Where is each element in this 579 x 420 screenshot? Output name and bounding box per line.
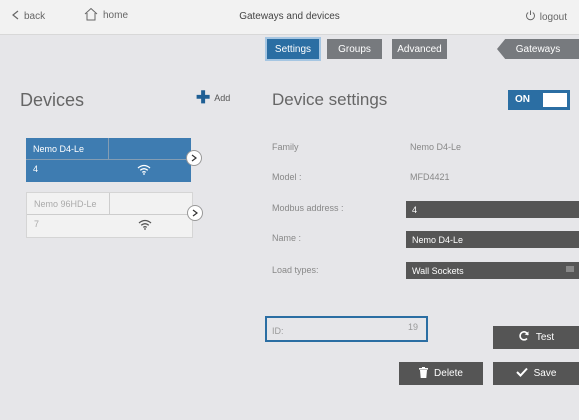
check-icon — [515, 367, 528, 380]
devices-title: Devices — [20, 90, 85, 110]
page-title: Gateways and devices — [239, 11, 340, 22]
delete-button[interactable]: Delete — [399, 362, 483, 385]
refresh-icon — [518, 330, 530, 345]
trash-icon — [419, 366, 429, 381]
power-icon — [525, 10, 536, 24]
wifi-icon — [137, 162, 151, 180]
chevron-right-icon[interactable] — [186, 150, 202, 166]
name-field[interactable]: Nemo D4-Le — [406, 231, 579, 248]
menu-icon — [566, 265, 574, 275]
device-card[interactable]: Nemo 96HD-Le 7 — [26, 192, 203, 238]
toggle-knob — [543, 93, 567, 107]
device-number: 4 — [33, 164, 39, 174]
device-settings-title: Device settings — [272, 90, 388, 109]
test-button[interactable]: Test — [493, 326, 579, 349]
device-name: Nemo 96HD-Le — [34, 199, 97, 209]
name-label: Name : — [272, 233, 302, 243]
tab-gateways[interactable]: Gateways — [497, 39, 579, 59]
chevron-right-icon[interactable] — [187, 205, 203, 221]
model-value: MFD4421 — [410, 172, 450, 182]
tab-groups[interactable]: Groups — [327, 39, 382, 59]
model-label: Model : — [272, 172, 302, 182]
add-label: Add — [214, 93, 231, 103]
load-types-select[interactable]: Wall Sockets — [406, 262, 579, 279]
modbus-address-label: Modbus address : — [272, 203, 344, 213]
device-card[interactable]: Nemo D4-Le 4 — [26, 138, 202, 182]
load-types-value: Wall Sockets — [412, 265, 464, 276]
load-types-label: Load types: — [272, 265, 319, 275]
add-device-button[interactable]: ✚ Add — [196, 88, 231, 107]
logout-button[interactable]: logout — [525, 10, 567, 24]
divider — [27, 214, 192, 215]
toggle-label: ON — [515, 94, 530, 105]
save-button[interactable]: Save — [493, 362, 579, 385]
tab-advanced[interactable]: Advanced — [392, 39, 447, 59]
modbus-address-field[interactable]: 4 — [406, 201, 579, 218]
family-value: Nemo D4-Le — [410, 142, 462, 152]
id-value: 19 — [407, 322, 418, 332]
wifi-icon — [138, 217, 152, 235]
device-number: 7 — [34, 219, 40, 229]
logout-label: logout — [539, 11, 567, 23]
id-label: ID: — [272, 326, 284, 336]
plus-icon: ✚ — [196, 88, 211, 107]
save-label: Save — [533, 368, 557, 379]
delete-label: Delete — [434, 368, 463, 379]
family-label: Family — [272, 142, 299, 152]
divider — [109, 193, 110, 214]
divider — [26, 159, 191, 160]
divider — [108, 138, 109, 159]
on-off-toggle[interactable]: ON — [508, 90, 570, 110]
device-name: Nemo D4-Le — [33, 144, 85, 154]
test-label: Test — [535, 332, 555, 343]
tab-settings[interactable]: Settings — [265, 37, 321, 61]
id-field[interactable]: ID: 19 — [265, 316, 428, 342]
